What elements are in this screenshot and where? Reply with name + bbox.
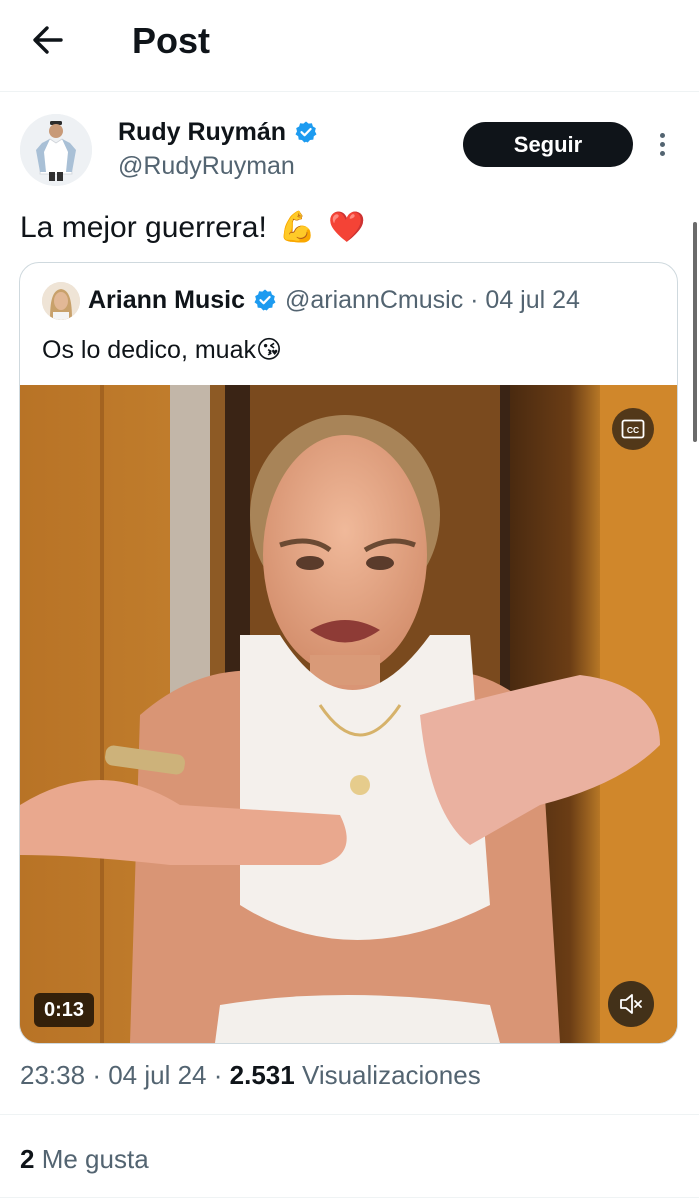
views-label: Visualizaciones — [301, 1060, 481, 1090]
verified-badge-icon — [254, 289, 276, 311]
svg-text:CC: CC — [627, 425, 639, 435]
quoted-author-avatar[interactable] — [42, 282, 80, 320]
author-handle[interactable]: @RudyRuyman — [118, 150, 295, 182]
flexed-biceps-emoji: 💪 — [278, 211, 317, 244]
arrow-left-icon — [33, 26, 63, 54]
likes-count: 2 — [20, 1144, 35, 1174]
top-bar: Post — [0, 0, 699, 88]
red-heart-emoji: ❤️ — [328, 211, 366, 244]
follow-button[interactable]: Seguir — [463, 122, 633, 167]
author-name-text: Rudy Ruymán — [118, 118, 287, 146]
speaker-muted-icon — [620, 994, 642, 1014]
kiss-emoji: 😘 — [256, 336, 283, 364]
video-frame — [20, 385, 677, 1043]
closed-captions-button[interactable]: CC — [612, 408, 654, 450]
quoted-author-name[interactable]: Ariann Music — [88, 283, 245, 317]
post-text: La mejor guerrera! 💪 ❤️ — [20, 206, 366, 250]
closed-captions-icon: CC — [621, 419, 645, 439]
more-options-icon[interactable] — [652, 130, 672, 160]
separator-dot: · — [92, 1060, 109, 1090]
video-player[interactable]: CC 0:13 — [20, 385, 677, 1043]
quoted-post-header: Ariann Music @ariannCmusic · 04 jul 24 — [88, 283, 580, 317]
quoted-post-date: 04 jul 24 — [485, 286, 580, 314]
post-time: 23:38 — [20, 1060, 86, 1090]
back-button[interactable] — [28, 20, 68, 60]
verified-badge-icon — [295, 121, 317, 143]
post-date: 04 jul 24 — [108, 1060, 207, 1090]
post-text-content: La mejor guerrera! — [20, 211, 267, 244]
likes-link[interactable]: 2 Me gusta — [20, 1142, 149, 1176]
post-meta: 23:38 · 04 jul 24 · 2.531 Visualizacione… — [20, 1058, 481, 1092]
mute-button[interactable] — [608, 981, 654, 1027]
likes-label: Me gusta — [41, 1144, 149, 1174]
quoted-post[interactable]: Ariann Music @ariannCmusic · 04 jul 24 O… — [19, 262, 678, 1044]
scrollbar-thumb[interactable] — [693, 222, 697, 442]
meta-divider — [0, 1114, 699, 1115]
separator-dot: · — [213, 1060, 230, 1090]
author-avatar[interactable] — [20, 114, 92, 186]
likes-divider — [0, 1197, 699, 1198]
author-name[interactable]: Rudy Ruymán — [118, 116, 318, 148]
video-duration: 0:13 — [34, 993, 95, 1027]
separator-dot: · — [463, 286, 486, 314]
quoted-author-handle[interactable]: @ariannCmusic — [285, 283, 463, 317]
views-count: 2.531 — [229, 1060, 295, 1090]
quoted-post-text: Os lo dedico, muak 😘 — [42, 333, 282, 367]
quoted-post-text-content: Os lo dedico, muak — [42, 336, 256, 364]
header-divider — [0, 91, 699, 92]
page-title: Post — [132, 20, 211, 61]
